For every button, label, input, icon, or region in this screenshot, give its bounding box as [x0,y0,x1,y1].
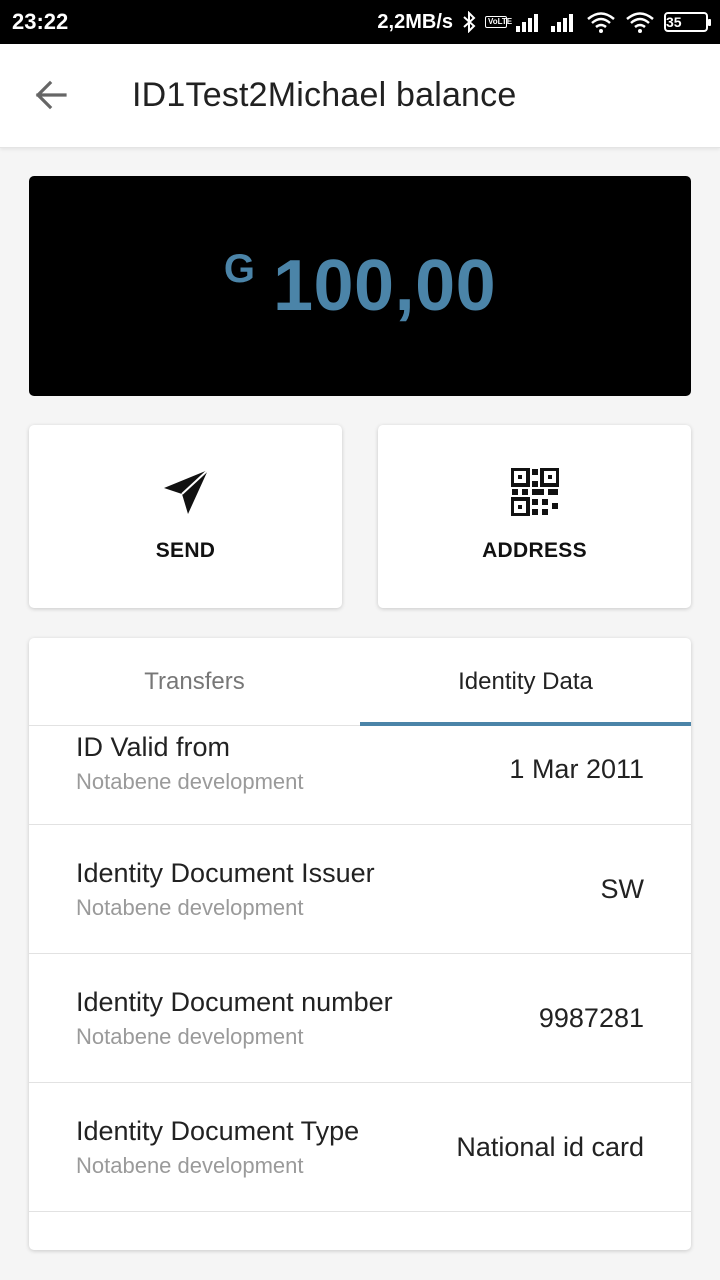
list-item[interactable]: Identity Document number Notabene develo… [29,954,691,1083]
tab-transfers[interactable]: Transfers [29,638,360,725]
volte-icon: VoLTE [485,16,512,28]
balance-amount: 100,00 [272,246,497,326]
item-source: Notabene development [76,1152,304,1178]
item-name: ID Valid from [76,732,231,762]
wifi-icon [625,11,655,33]
status-icons: 2,2MB/s VoLTE 35 [377,10,711,34]
tabs-panel: Transfers Identity Data ID Valid from No… [29,638,691,1250]
list-item[interactable]: Identity Document Issuer Notabene develo… [29,825,691,954]
tab-bar: Transfers Identity Data [29,638,691,726]
balance-display: G 100,00 [224,245,496,327]
signal-icon [551,12,577,32]
send-icon [161,467,211,517]
status-time: 23:22 [12,9,69,34]
item-source: Notabene development [76,1023,304,1049]
arrow-left-icon [35,80,67,110]
wifi-icon [586,11,616,33]
item-value: 9987281 [538,1002,644,1033]
item-name: Identity Document number [76,986,393,1017]
currency-symbol: G [223,247,255,291]
item-value: SW [600,873,645,904]
battery-icon: 35 [664,12,711,32]
send-label: SEND [155,539,216,562]
page-title: ID1Test2Michael balance [132,76,517,114]
item-source: Notabene development [76,769,304,794]
list-item[interactable]: Identity Document Type Notabene developm… [29,1083,691,1212]
item-value: 1 Mar 2011 [509,754,644,784]
address-label: ADDRESS [482,539,587,562]
signal-icon [516,12,542,32]
balance-card: G 100,00 [29,176,691,396]
address-button[interactable]: ADDRESS [378,425,691,608]
item-source: Notabene development [76,894,304,920]
list-item[interactable]: ID Valid from Notabene development 1 Mar… [29,726,691,825]
identity-list: ID Valid from Notabene development 1 Mar… [29,726,691,1212]
qr-code-icon [510,467,560,517]
item-name: Identity Document Issuer [76,857,375,888]
item-value: National id card [456,1131,644,1162]
tab-identity-data[interactable]: Identity Data [360,638,691,725]
network-speed: 2,2MB/s [377,10,453,33]
back-button[interactable] [30,74,72,116]
app-bar: ID1Test2Michael balance [0,44,720,148]
item-name: Identity Document Type [76,1115,360,1146]
send-button[interactable]: SEND [29,425,342,608]
bluetooth-icon [462,11,476,33]
status-bar: 23:22 2,2MB/s VoLTE 35 [0,0,720,44]
